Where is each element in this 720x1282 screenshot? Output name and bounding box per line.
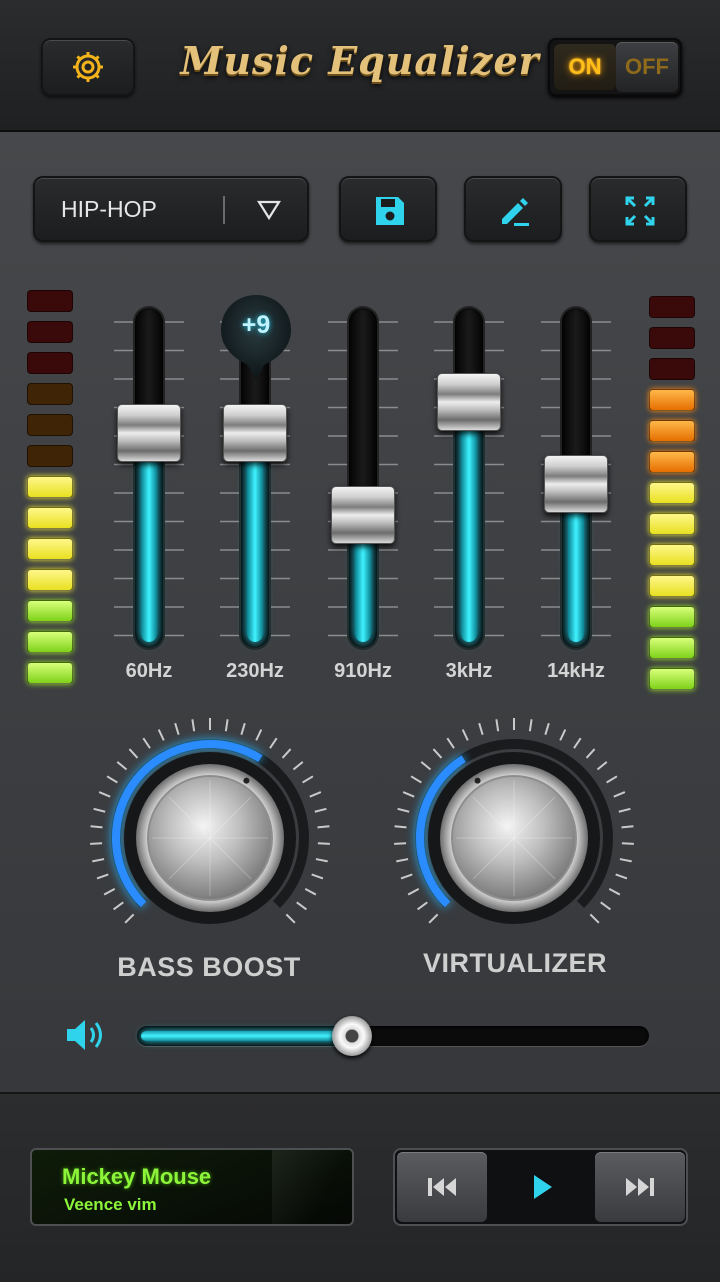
eq-band-label: 230Hz [226,660,284,682]
vu-segment [27,445,73,467]
track-title: Mickey Mouse [62,1164,212,1189]
value-bubble: +9 [219,293,293,383]
volume-fill [141,1031,352,1041]
fullscreen-icon [625,196,655,226]
power-off-label: OFF [616,42,678,92]
skip-previous-icon [428,1178,456,1196]
eq-handle[interactable] [544,454,608,513]
vu-segment [27,631,73,653]
vu-segment [649,420,695,442]
gear-icon [73,52,103,82]
vu-segment [649,606,695,628]
value-bubble-text: +9 [241,311,271,339]
speaker-icon [67,1020,102,1050]
vu-segment [27,600,73,622]
eq-band-label: 60Hz [125,660,173,682]
vu-segment [27,538,73,560]
bass-boost-label: BASS BOOST [117,952,301,982]
eq-slider-910hz[interactable] [328,308,398,668]
eq-handle[interactable] [117,403,181,462]
preset-label: HIP-HOP [61,196,157,222]
settings-button[interactable] [41,38,135,96]
eq-slider-14khz[interactable] [541,308,611,668]
eq-track [135,308,163,648]
track-artist: Veence vim [64,1195,157,1214]
triangle-down-icon [257,200,281,221]
header-bar: Music Equalizer ON OFF [0,0,720,132]
power-toggle[interactable]: ON OFF [548,38,682,96]
volume-handle[interactable] [332,1016,372,1056]
vu-segment [27,507,73,529]
vu-segment [27,569,73,591]
fullscreen-button[interactable] [589,176,687,242]
next-button[interactable] [595,1152,685,1222]
previous-button[interactable] [397,1152,487,1222]
dropdown-divider [223,196,225,224]
vu-segment [649,482,695,504]
volume-slider[interactable] [137,1026,649,1046]
play-icon [534,1175,552,1199]
vu-segment [27,352,73,374]
preset-dropdown[interactable]: HIP-HOP [33,176,309,242]
play-button[interactable] [493,1154,589,1220]
screen-gloss [272,1150,352,1224]
eq-band-label: 910Hz [334,660,392,682]
vu-segment [649,668,695,690]
eq-slider-60hz[interactable] [114,308,184,668]
vu-segment [27,383,73,405]
save-button[interactable] [339,176,437,242]
skip-next-icon [626,1178,654,1196]
vu-segment [649,637,695,659]
vu-segment [27,321,73,343]
app-title: Music Equalizer [180,38,540,83]
eq-band-label: 14kHz [547,660,605,682]
edit-icon [502,198,529,226]
power-on-label: ON [554,44,616,90]
bass-boost-knob[interactable] [80,708,340,968]
edit-preset-button[interactable] [464,176,562,242]
eq-track [455,308,483,648]
vu-segment [27,662,73,684]
vu-segment [649,544,695,566]
eq-fill [461,396,477,642]
playback-controls [393,1148,688,1226]
vu-segment [649,296,695,318]
vu-segment [27,476,73,498]
save-icon [376,197,404,225]
eq-slider-3khz[interactable] [434,308,504,668]
virtualizer-knob[interactable] [384,708,644,968]
eq-handle[interactable] [437,372,501,431]
vu-segment [649,513,695,535]
vu-segment [649,358,695,380]
virtualizer-label: VIRTUALIZER [423,948,607,978]
eq-handle[interactable] [223,403,287,462]
vu-segment [27,414,73,436]
eq-track [349,308,377,648]
now-playing[interactable]: Mickey Mouse Veence vim [30,1148,354,1226]
vu-segment [649,575,695,597]
vu-segment [649,327,695,349]
eq-band-label: 3kHz [445,660,493,682]
vu-meter-left [27,290,73,686]
vu-segment [649,451,695,473]
vu-segment [649,389,695,411]
vu-meter-right [649,296,695,692]
vu-segment [27,290,73,312]
eq-handle[interactable] [331,485,395,544]
